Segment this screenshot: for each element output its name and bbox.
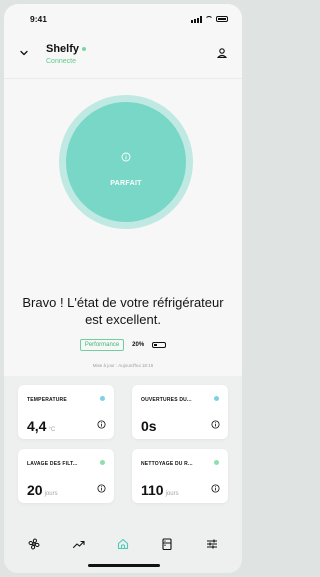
home-indicator xyxy=(88,564,160,567)
battery-icon xyxy=(216,16,228,22)
status-label: PARFAIT xyxy=(110,180,142,187)
metric-label: NETTOYAGE DU R... xyxy=(141,461,193,467)
status-time: 9:41 xyxy=(30,14,48,24)
tab-trend[interactable] xyxy=(72,537,86,551)
status-dot xyxy=(100,460,105,465)
trend-icon xyxy=(72,540,85,549)
fridge-icon xyxy=(162,538,172,551)
status-ring: PARFAIT xyxy=(59,95,193,229)
header-divider xyxy=(4,78,242,79)
performance-chip[interactable]: Performance xyxy=(79,339,125,351)
last-update: Mise à jour : Aujourd'hui 18:16 xyxy=(92,363,154,368)
tab-settings[interactable] xyxy=(205,537,219,551)
performance-percent: 20% xyxy=(132,342,145,348)
metric-value: 4,4 °C xyxy=(27,418,56,434)
connection-status: Connecte xyxy=(46,58,76,65)
app-header: Shelfy Connecte xyxy=(4,34,242,78)
metric-card-cleaning[interactable]: NETTOYAGE DU R... 110 jours xyxy=(132,449,228,503)
info-icon[interactable] xyxy=(211,484,220,493)
metric-label: OUVERTURES DU... xyxy=(141,397,192,403)
status-circle[interactable]: PARFAIT xyxy=(66,102,186,222)
status-dot xyxy=(214,460,219,465)
metric-card-openings[interactable]: OUVERTURES DU... 0s xyxy=(132,385,228,439)
metric-label: TEMPERATURE xyxy=(27,397,67,403)
app-screen: 9:41 Shelfy Connecte PARFAIT Bravo ! L'é… xyxy=(4,4,242,573)
metric-card-temperature[interactable]: TEMPERATURE 4,4 °C xyxy=(18,385,114,439)
status-dot xyxy=(100,396,105,401)
info-icon[interactable] xyxy=(97,420,106,429)
bottom-tab-bar xyxy=(4,529,242,559)
info-icon[interactable] xyxy=(211,420,220,429)
status-message: Bravo ! L'état de votre réfrigérateur es… xyxy=(22,295,224,327)
tab-fridge[interactable] xyxy=(160,537,174,551)
metric-label: LAVAGE DES FILT... xyxy=(27,461,78,467)
status-bar: 9:41 xyxy=(4,4,242,34)
battery-level-icon xyxy=(152,342,167,348)
tab-home[interactable] xyxy=(116,537,130,551)
fan-icon xyxy=(28,538,40,550)
metric-value: 110 jours xyxy=(141,482,179,498)
device-name: Shelfy xyxy=(46,43,80,55)
performance-row: Performance 20% xyxy=(4,339,242,351)
metric-value: 0s xyxy=(141,418,157,434)
info-icon[interactable] xyxy=(97,484,106,493)
wifi-icon xyxy=(205,16,213,22)
status-dot xyxy=(214,396,219,401)
info-icon xyxy=(121,152,131,162)
chevron-down-icon[interactable] xyxy=(20,49,28,57)
status-icons xyxy=(191,15,228,23)
settings-sliders-icon xyxy=(206,539,217,549)
online-dot xyxy=(82,47,87,51)
metric-value: 20 jours xyxy=(27,482,58,498)
metric-card-filter-wash[interactable]: LAVAGE DES FILT... 20 jours xyxy=(18,449,114,503)
home-icon xyxy=(117,538,129,550)
user-icon[interactable] xyxy=(216,47,228,59)
tab-fan[interactable] xyxy=(27,537,41,551)
signal-icon xyxy=(191,15,202,23)
device-title: Shelfy xyxy=(46,43,87,55)
